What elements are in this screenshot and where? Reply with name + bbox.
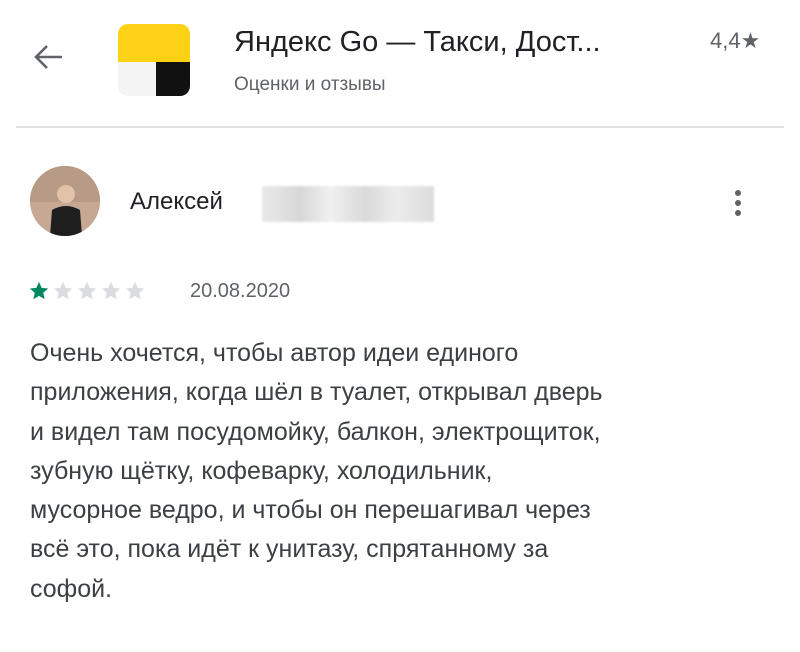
- star-rating: [28, 280, 148, 304]
- ratings-reviews-subtitle: Оценки и отзывы: [234, 74, 386, 95]
- review-text-line: и видел там посудомойку, балкон, электро…: [30, 417, 601, 446]
- star-icon-3: [77, 281, 97, 300]
- yandex-go-app-icon: [118, 24, 190, 96]
- star-icon-2: [53, 281, 73, 300]
- avatar[interactable]: [30, 166, 100, 236]
- more-vert-icon[interactable]: [726, 186, 750, 222]
- star-icon-5: [125, 281, 145, 300]
- review-text-line: мусорное ведро, и чтобы он перешагивал ч…: [30, 496, 591, 525]
- review-text-line: приложения, когда шёл в туалет, открывал…: [30, 378, 603, 407]
- review-text-line: зубную щётку, кофеварку, холодильник,: [30, 456, 493, 485]
- app-title[interactable]: Яндекс Go — Такси, Дост...: [234, 26, 601, 59]
- review-author-name: Алексей: [130, 188, 223, 215]
- star-icon-4: [101, 281, 121, 300]
- back-arrow-icon[interactable]: [32, 40, 66, 74]
- review-text-line: софой.: [30, 574, 113, 603]
- header-divider: [16, 126, 784, 128]
- app-rating: 4,4★: [710, 28, 761, 53]
- review-text-line: Очень хочется, чтобы автор идеи единого: [30, 339, 519, 367]
- review-text: Очень хочется, чтобы автор идеи единого …: [30, 334, 785, 609]
- blurred-surname: [262, 186, 434, 222]
- review-text-line: всё это, пока идёт к унитазу, спрятанном…: [30, 535, 549, 564]
- star-icon-1: [29, 281, 49, 300]
- review-date: 20.08.2020: [190, 280, 291, 302]
